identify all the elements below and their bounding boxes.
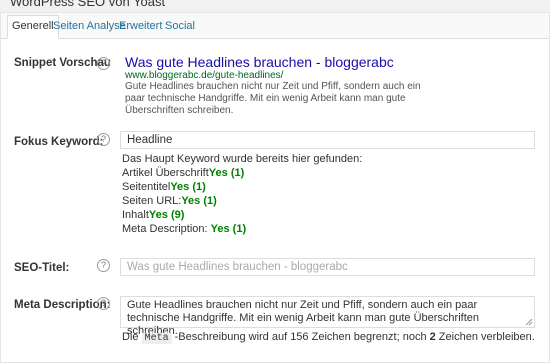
focus-keyword-label: Fokus Keyword:: [14, 136, 104, 148]
check-result: Yes (9): [148, 209, 185, 221]
meta-description-counter: Die Meta -Beschreibung wird auf 156 Zeic…: [122, 331, 535, 344]
counter-suffix: Zeichen verbleiben.: [435, 331, 535, 343]
tab-bar: Generell Seiten Analyse Erweitert Social: [1, 13, 549, 39]
check-result: Yes (1): [208, 167, 245, 179]
check-name: Seiten URL:: [122, 195, 182, 207]
help-icon[interactable]: ?: [97, 259, 110, 272]
list-item: SeitentitelYes (1): [122, 180, 362, 194]
snippet-description: Gute Headlines brauchen nicht nur Zeit u…: [125, 81, 421, 116]
list-item: Artikel ÜberschriftYes (1): [122, 166, 362, 180]
check-name: Seitentitel: [122, 181, 171, 193]
check-result: Yes (1): [181, 195, 217, 207]
check-name: Meta Description:: [122, 223, 211, 235]
meta-description-label: Meta Description:: [14, 299, 111, 311]
check-name: Inhalt: [122, 209, 149, 221]
check-result: Yes (1): [170, 181, 206, 193]
keyword-found-list: Das Haupt Keyword wurde bereits hier gef…: [122, 152, 362, 236]
list-item: Meta Description: Yes (1): [122, 222, 362, 236]
tab-erweitert[interactable]: Erweitert: [115, 16, 166, 37]
help-icon[interactable]: ?: [97, 133, 110, 146]
resize-grip-icon[interactable]: [525, 318, 533, 326]
help-icon[interactable]: ?: [97, 57, 110, 70]
list-item: Seiten URL:Yes (1): [122, 194, 362, 208]
plugin-title-bar: WordPress SEO von Yoast: [0, 0, 550, 12]
counter-prefix: Die: [122, 331, 142, 343]
help-icon[interactable]: ?: [97, 297, 110, 310]
list-item: InhaltYes (9): [122, 208, 362, 222]
meta-description-textarea[interactable]: Gute Headlines brauchen nicht nur Zeit u…: [120, 296, 535, 337]
seo-title-input[interactable]: Was gute Headlines brauchen - bloggerabc: [120, 258, 535, 276]
focus-keyword-input[interactable]: Headline: [120, 131, 535, 149]
seo-title-label: SEO-Titel:: [14, 262, 70, 274]
counter-code: Meta: [141, 333, 172, 344]
keyword-found-intro: Das Haupt Keyword wurde bereits hier gef…: [122, 153, 363, 165]
counter-mid: -Beschreibung wird auf 156 Zeichen begre…: [171, 331, 430, 343]
check-name: Artikel Überschrift: [122, 167, 209, 179]
snippet-title: Was gute Headlines brauchen - bloggerabc: [125, 54, 394, 70]
snippet-url: www.bloggerabc.de/gute-headlines/: [125, 70, 284, 81]
plugin-title: WordPress SEO von Yoast: [10, 0, 166, 9]
check-result: Yes (1): [210, 223, 247, 235]
tab-social[interactable]: Social: [161, 16, 199, 37]
